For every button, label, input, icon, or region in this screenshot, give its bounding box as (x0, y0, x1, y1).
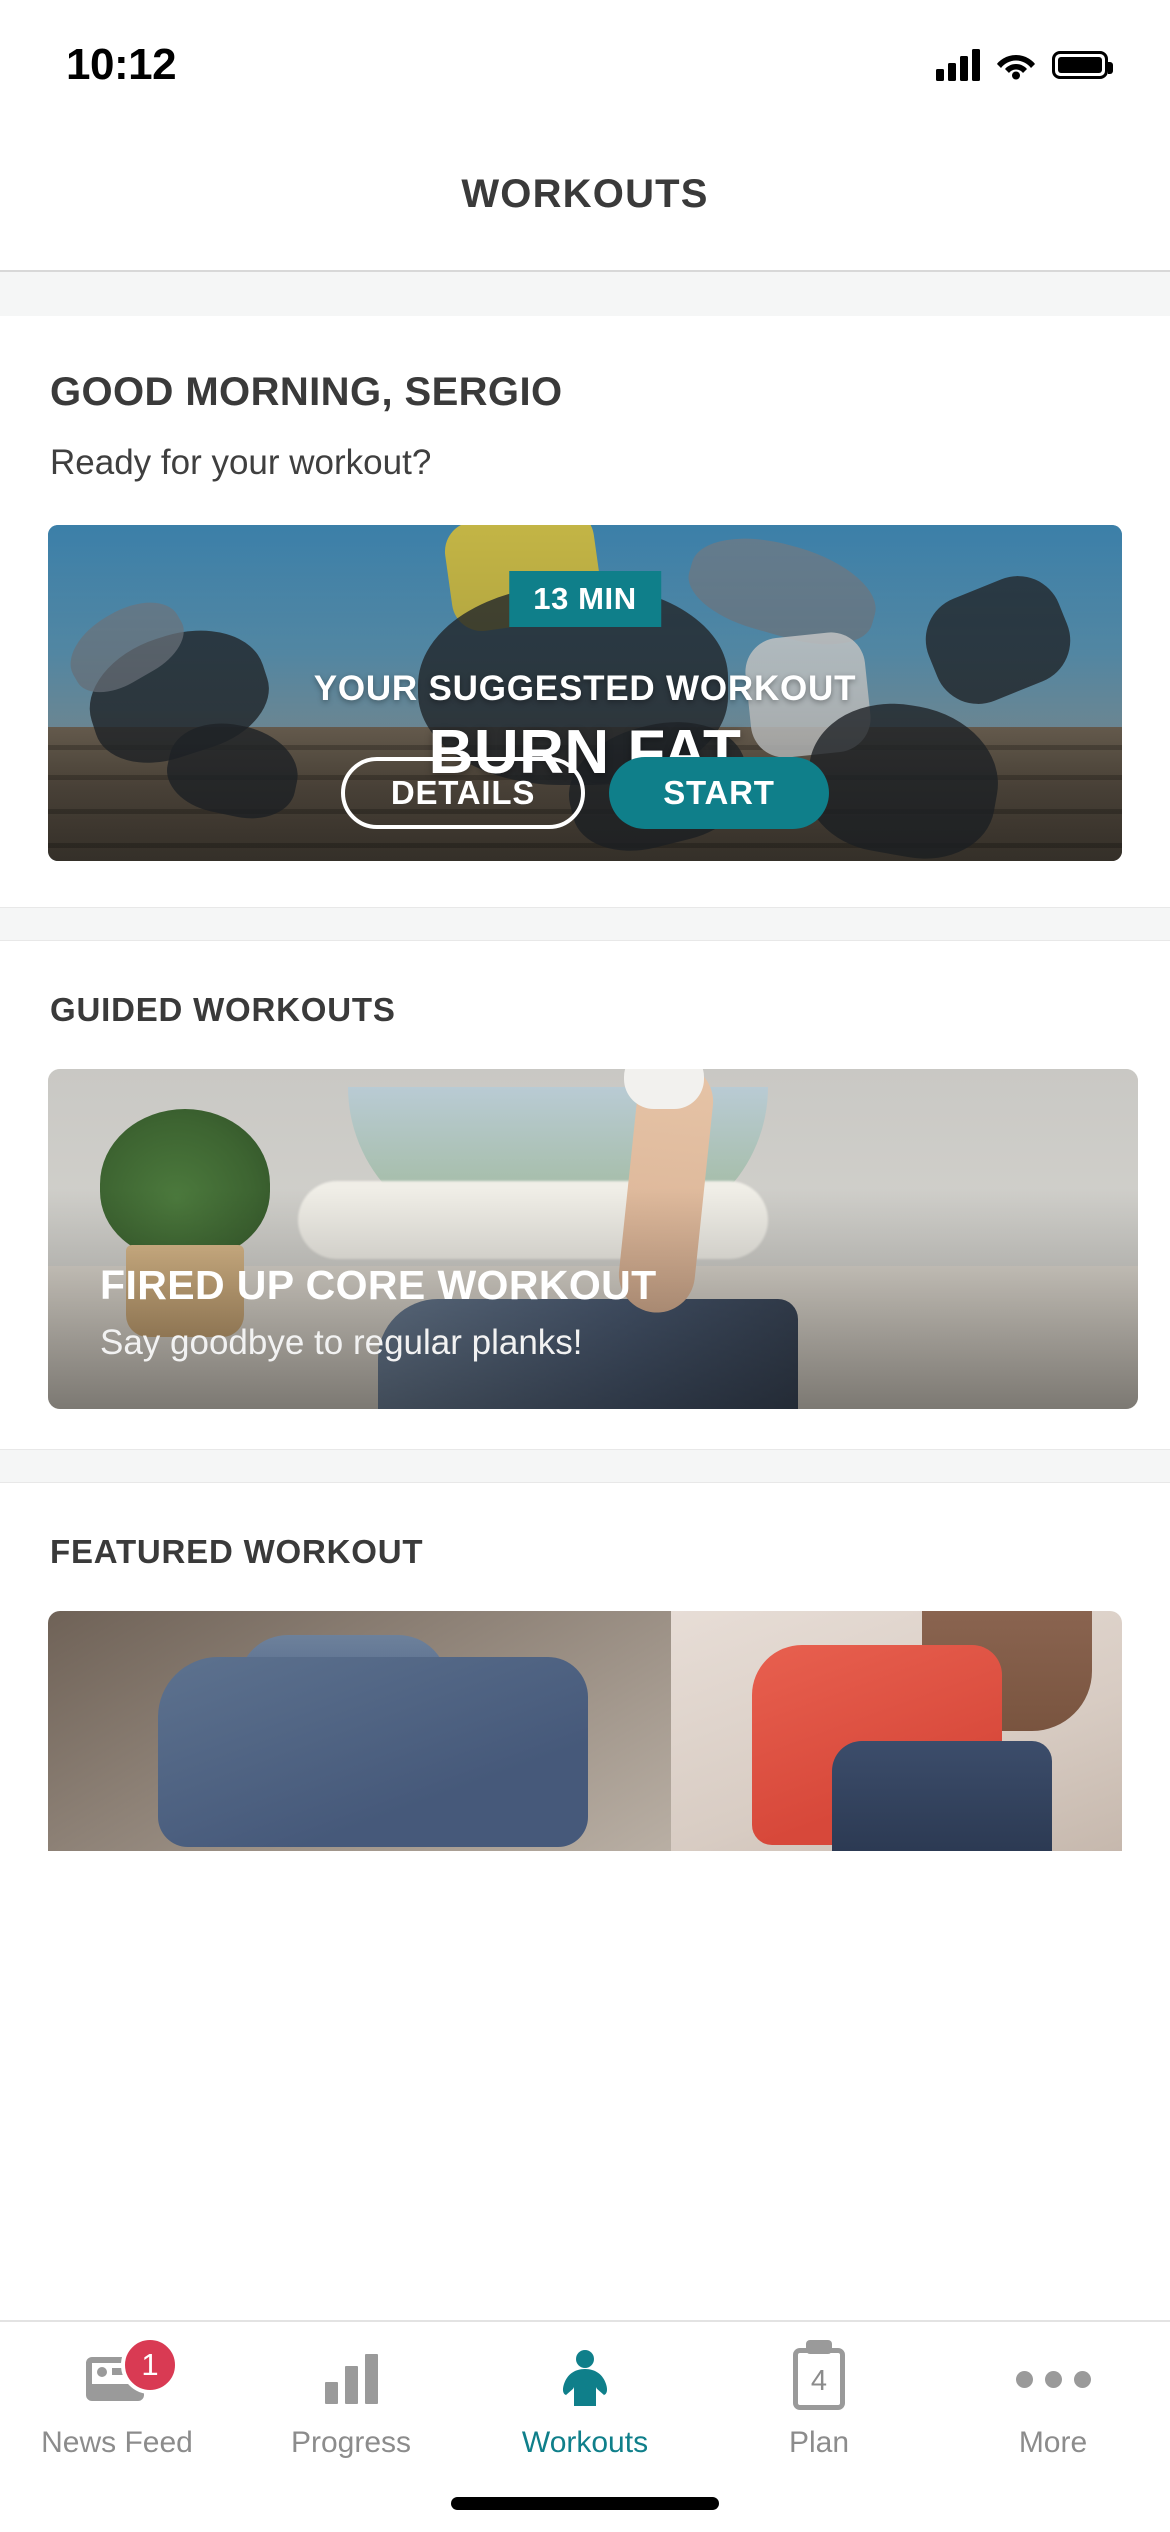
greeting-section: GOOD MORNING, SERGIO Ready for your work… (0, 316, 1170, 483)
tab-news-feed[interactable]: 1 News Feed (0, 2336, 234, 2460)
status-bar-indicators (936, 49, 1113, 81)
details-button[interactable]: DETAILS (341, 757, 585, 829)
bar-chart-icon (324, 2348, 378, 2410)
tab-more-label: More (1018, 2426, 1088, 2459)
plan-count: 4 (810, 2364, 828, 2397)
featured-workout-section (0, 1571, 1170, 1851)
status-bar: 10:12 (0, 0, 1170, 118)
body-torso-icon (554, 2348, 616, 2410)
featured-image-right (670, 1611, 1122, 1851)
suggested-workout-section: 13 MIN YOUR SUGGESTED WORKOUT BURN FAT D… (0, 483, 1170, 907)
guided-card-1-subtitle: Say goodbye to regular planks! (100, 1323, 583, 1362)
home-indicator (451, 2497, 719, 2510)
tab-progress-label: Progress (290, 2426, 412, 2459)
status-bar-time: 10:12 (66, 40, 177, 89)
greeting-subtitle: Ready for your workout? (50, 443, 432, 482)
tab-plan-label: Plan (788, 2426, 850, 2459)
guided-workout-card-1[interactable]: FIRED UP CORE WORKOUT Say goodbye to reg… (48, 1069, 1138, 1409)
guided-card-1-title: FIRED UP CORE WORKOUT (100, 1262, 657, 1308)
clipboard-icon: 4 (793, 2348, 845, 2410)
featured-workout-card[interactable] (48, 1611, 1122, 1851)
tab-progress[interactable]: Progress (234, 2348, 468, 2460)
wifi-icon (996, 50, 1036, 80)
tab-workouts-label: Workouts (521, 2426, 649, 2459)
hero-actions: DETAILS START (48, 757, 1122, 829)
tab-news-feed-label: News Feed (41, 2426, 193, 2459)
featured-workout-title: FEATURED WORKOUT (0, 1483, 1170, 1571)
featured-image-left (48, 1611, 671, 1851)
news-feed-icon: 1 (85, 2336, 179, 2410)
guided-workouts-carousel[interactable]: FIRED UP CORE WORKOUT Say goodbye to reg… (0, 1029, 1170, 1409)
header-spacer (0, 272, 1170, 316)
section-divider-1 (0, 907, 1170, 941)
section-divider-2 (0, 1449, 1170, 1483)
ellipsis-icon (1015, 2348, 1091, 2410)
guided-workouts-title: GUIDED WORKOUTS (0, 941, 1170, 1029)
greeting-title: GOOD MORNING, SERGIO (50, 370, 563, 414)
suggested-workout-card[interactable]: 13 MIN YOUR SUGGESTED WORKOUT BURN FAT D… (48, 525, 1122, 861)
page-title: WORKOUTS (461, 171, 709, 216)
news-feed-badge: 1 (121, 2336, 179, 2394)
battery-full-icon (1052, 51, 1113, 79)
cellular-signal-icon (936, 49, 980, 81)
start-button[interactable]: START (609, 757, 829, 829)
tab-workouts[interactable]: Workouts (468, 2348, 702, 2460)
app-header: WORKOUTS (0, 118, 1170, 272)
suggested-workout-eyebrow: YOUR SUGGESTED WORKOUT (313, 669, 857, 708)
workout-duration-badge: 13 MIN (509, 571, 661, 627)
tab-plan[interactable]: 4 Plan (702, 2348, 936, 2460)
tab-more[interactable]: More (936, 2348, 1170, 2460)
